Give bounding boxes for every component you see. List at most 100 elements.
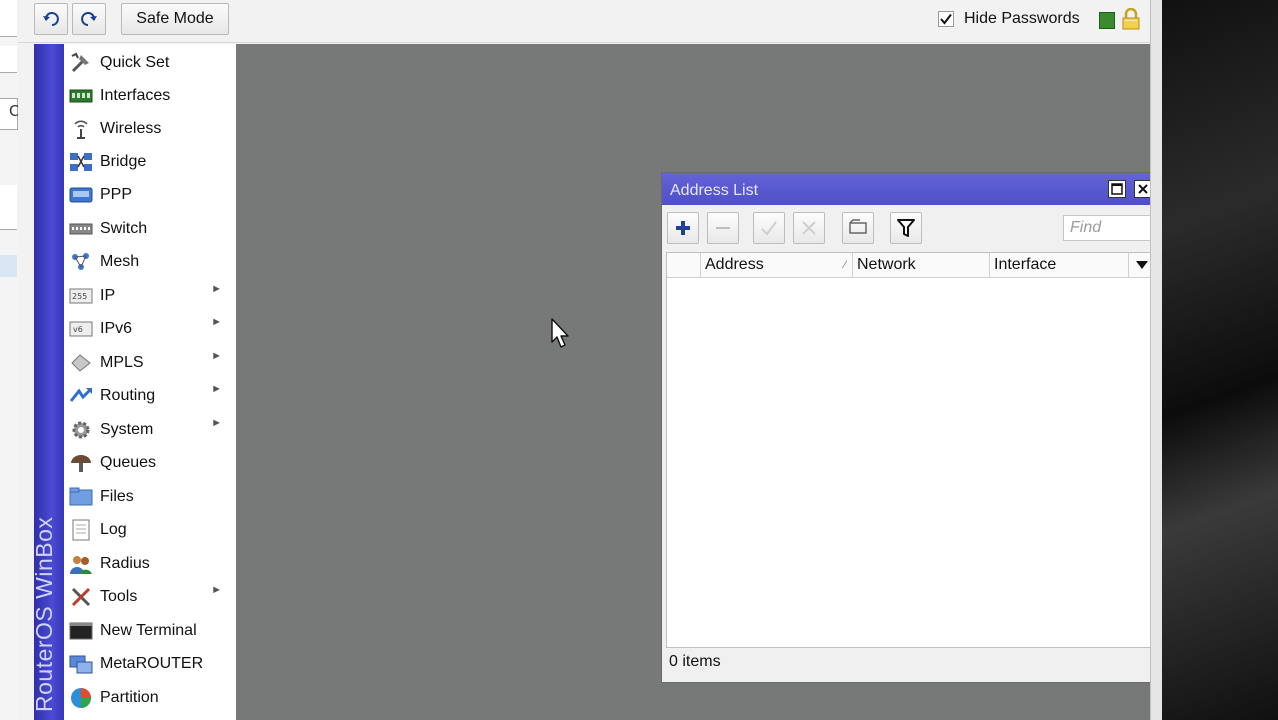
ipv6-icon: v6 <box>68 318 94 340</box>
comment-icon <box>849 219 867 234</box>
submenu-arrow-icon: ► <box>211 316 222 328</box>
sidebar-item-label: Partition <box>100 688 159 706</box>
sidebar-menu: Quick Set Interfaces Wireless Bridge PPP… <box>64 44 236 720</box>
comment-button[interactable] <box>842 212 874 244</box>
routing-icon <box>68 385 94 407</box>
checkbox-box[interactable] <box>938 11 954 27</box>
sidebar-item-metarouter[interactable]: MetaROUTER <box>64 647 236 680</box>
maximize-button[interactable] <box>1108 180 1126 198</box>
workspace-area: Address List Find Address ⁄ Network Inte… <box>236 44 1160 720</box>
ip-icon: 255 <box>68 285 94 307</box>
background-field <box>0 0 17 37</box>
plus-icon <box>676 221 690 235</box>
window-titlebar[interactable]: Address List <box>662 173 1159 205</box>
background-window-edge: C <box>0 0 21 720</box>
sidebar-item-radius[interactable]: Radius <box>64 547 236 580</box>
undo-icon <box>43 12 59 26</box>
sidebar-item-system[interactable]: System ► <box>64 413 236 446</box>
sidebar-item-label: MetaROUTER <box>100 654 204 672</box>
column-header-label: Network <box>857 256 916 273</box>
tools-icon <box>68 586 94 608</box>
column-header-flags[interactable] <box>667 253 701 277</box>
dropdown-arrow-icon <box>1135 261 1148 269</box>
item-count-status: 0 items <box>669 653 721 670</box>
sidebar-item-label: Routing <box>100 386 156 404</box>
address-list-window: Address List Find Address ⁄ Network Inte… <box>661 172 1160 683</box>
brand-bar: RouterOS WinBox <box>31 44 64 720</box>
column-header-address[interactable]: Address ⁄ <box>701 253 853 277</box>
disable-button[interactable] <box>793 212 825 244</box>
sidebar-item-label: IPv6 <box>100 319 133 337</box>
interfaces-icon <box>68 85 94 107</box>
redo-icon <box>81 12 97 26</box>
svg-text:255: 255 <box>72 292 87 301</box>
column-header-interface[interactable]: Interface <box>990 253 1129 277</box>
brand-label: RouterOS WinBox <box>31 516 57 712</box>
sidebar-item-label: MPLS <box>100 353 144 371</box>
svg-text:v6: v6 <box>73 325 83 334</box>
lock-icon <box>1122 8 1140 30</box>
column-header-network[interactable]: Network <box>853 253 990 277</box>
sidebar-item-label: Wireless <box>100 119 162 137</box>
log-icon <box>68 519 94 541</box>
enable-button[interactable] <box>753 212 785 244</box>
sidebar-item-log[interactable]: Log <box>64 513 236 546</box>
background-field: C <box>0 98 21 130</box>
sidebar-item-ppp[interactable]: PPP <box>64 178 236 211</box>
mouse-cursor-icon <box>551 318 569 348</box>
submenu-arrow-icon: ► <box>211 283 222 295</box>
sidebar-item-ipv6[interactable]: v6 IPv6 ► <box>64 312 236 345</box>
sidebar-item-label: Interfaces <box>100 86 171 104</box>
maximize-icon <box>1111 183 1123 195</box>
window-title: Address List <box>670 182 759 199</box>
sidebar-item-routing[interactable]: Routing ► <box>64 379 236 412</box>
ppp-icon <box>68 184 94 206</box>
remove-button[interactable] <box>707 212 739 244</box>
submenu-arrow-icon: ► <box>211 383 222 395</box>
files-icon <box>68 486 94 508</box>
bridge-icon <box>68 151 94 173</box>
sidebar-item-label: Log <box>100 520 127 538</box>
sidebar-item-partition[interactable]: Partition <box>64 681 236 714</box>
sidebar-item-interfaces[interactable]: Interfaces <box>64 79 236 112</box>
sidebar-item-quick-set[interactable]: Quick Set <box>64 46 236 79</box>
sidebar-item-switch[interactable]: Switch <box>64 212 236 245</box>
cross-icon <box>802 221 816 235</box>
hide-passwords-label: Hide Passwords <box>964 10 1080 27</box>
submenu-arrow-icon: ► <box>211 350 222 362</box>
filter-button[interactable] <box>890 212 922 244</box>
desktop-background <box>1162 0 1278 720</box>
find-input[interactable] <box>1063 215 1152 241</box>
sidebar-item-label: Files <box>100 487 134 505</box>
undo-button[interactable] <box>34 3 68 35</box>
background-selection <box>0 255 17 277</box>
redo-button[interactable] <box>72 3 106 35</box>
sidebar-item-mesh[interactable]: Mesh <box>64 245 236 278</box>
sort-indicator-icon: ⁄ <box>844 259 846 271</box>
add-button[interactable] <box>667 212 699 244</box>
sidebar-item-queues[interactable]: Queues <box>64 446 236 479</box>
hide-passwords-checkbox[interactable]: Hide Passwords <box>938 10 1080 28</box>
close-icon <box>1138 184 1148 194</box>
background-field <box>0 185 17 230</box>
sidebar-item-label: Bridge <box>100 152 147 170</box>
sidebar-item-wireless[interactable]: Wireless <box>64 112 236 145</box>
wireless-icon <box>68 118 94 140</box>
sidebar-item-mpls[interactable]: MPLS ► <box>64 346 236 379</box>
background-field <box>0 46 17 73</box>
sidebar-item-label: Mesh <box>100 252 140 270</box>
sidebar-item-ip[interactable]: 255 IP ► <box>64 279 236 312</box>
toolbar: Safe Mode Hide Passwords <box>18 0 1150 43</box>
winbox-window: Safe Mode Hide Passwords RouterOS WinBox… <box>18 0 1160 720</box>
metarouter-icon <box>68 653 94 675</box>
sidebar-item-label: Switch <box>100 219 148 237</box>
sidebar-item-bridge[interactable]: Bridge <box>64 145 236 178</box>
sidebar-item-label: System <box>100 420 154 438</box>
sidebar-item-files[interactable]: Files <box>64 480 236 513</box>
safe-mode-button[interactable]: Safe Mode <box>121 3 229 35</box>
sidebar-item-label: IP <box>100 286 116 304</box>
sidebar-item-tools[interactable]: Tools ► <box>64 580 236 613</box>
sidebar-item-new-terminal[interactable]: New Terminal <box>64 614 236 647</box>
quick-set-icon <box>68 52 94 74</box>
column-header-label: Address <box>705 256 764 273</box>
